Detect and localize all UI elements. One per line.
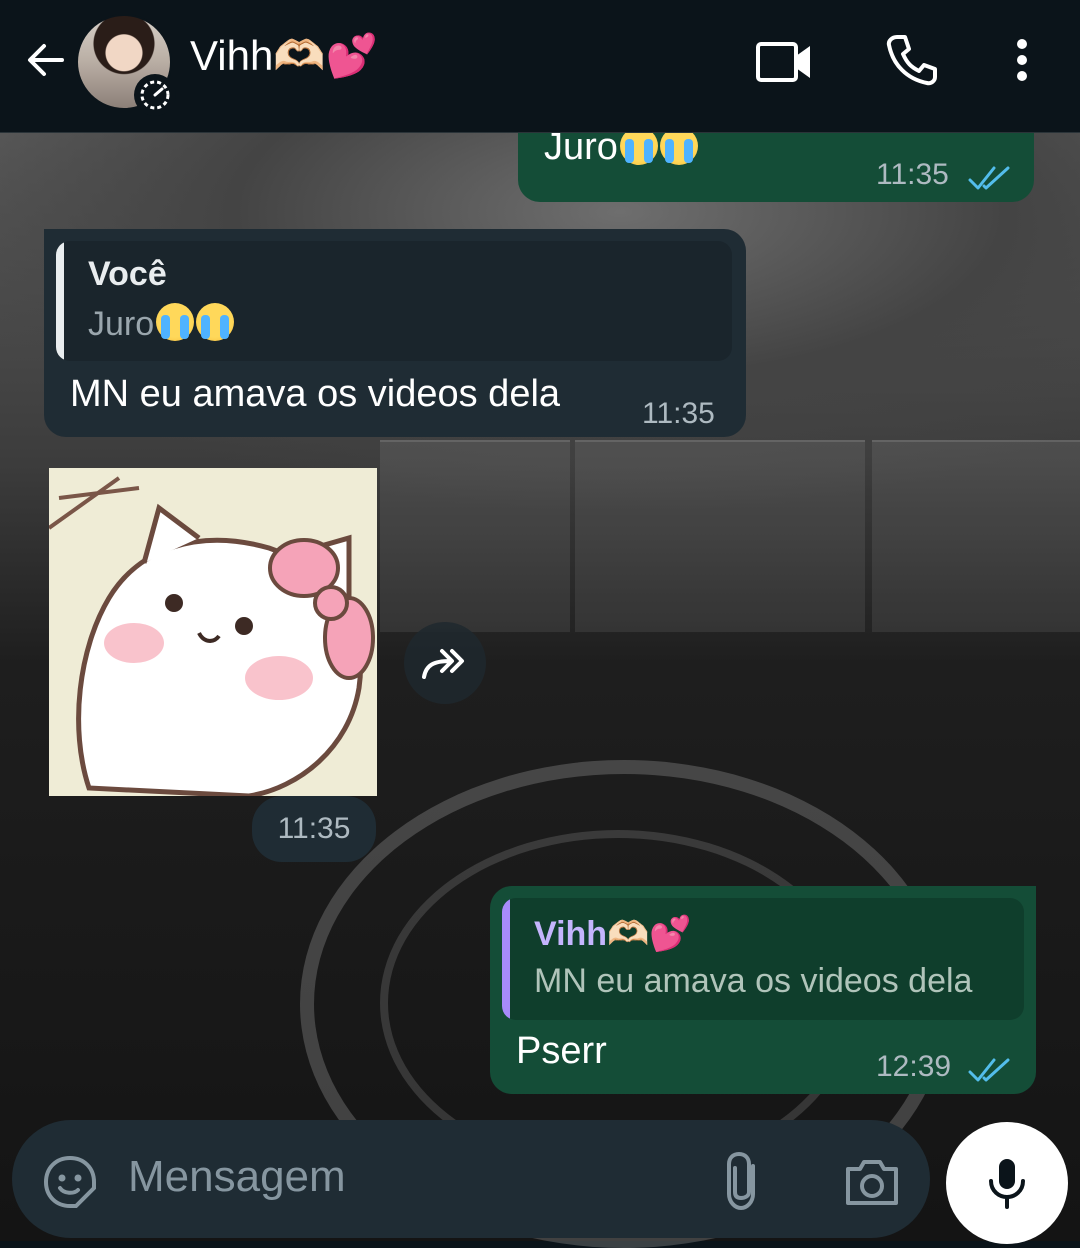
crying-emoji-icon	[196, 303, 235, 341]
quote-author: Vihh🫶🏻💕	[534, 915, 692, 953]
sticker-image[interactable]	[49, 468, 377, 796]
sticker-time: 11:35	[252, 796, 376, 862]
wallpaper-panel	[872, 440, 1080, 632]
wallpaper-panel	[575, 440, 865, 632]
incoming-message-bubble[interactable]: Você Juro MN eu amava os videos dela 11:…	[44, 229, 746, 437]
forward-arrow-icon	[422, 649, 464, 679]
message-time: 11:35	[642, 397, 715, 430]
read-receipt-icon	[968, 1058, 1010, 1082]
voice-call-icon	[886, 35, 937, 86]
message-text: Pserr	[516, 1030, 607, 1072]
message-text: MN eu amava os videos dela	[70, 373, 561, 415]
more-options-icon	[1017, 39, 1027, 81]
camera-button[interactable]	[840, 1152, 904, 1212]
voice-call-button[interactable]	[882, 30, 942, 90]
wallpaper-panel	[380, 440, 570, 632]
attach-button[interactable]	[716, 1148, 770, 1214]
voice-record-button[interactable]	[946, 1122, 1068, 1244]
quote-text: MN eu amava os videos dela	[534, 962, 973, 1000]
emoji-button[interactable]	[40, 1152, 100, 1212]
outgoing-message-bubble[interactable]: Vihh🫶🏻💕 MN eu amava os videos dela Pserr…	[490, 886, 1036, 1094]
message-time: 12:39	[876, 1050, 952, 1083]
quote-text-content: Juro	[88, 305, 155, 343]
paperclip-icon	[727, 1151, 755, 1211]
back-arrow-icon	[28, 44, 64, 76]
message-input[interactable]: Mensagem	[128, 1152, 346, 1202]
more-options-button[interactable]	[1000, 30, 1044, 90]
read-receipt-icon	[968, 166, 1010, 190]
quote-bar	[56, 241, 64, 361]
hello-kitty-sticker-icon	[49, 468, 377, 796]
message-time: 11:35	[876, 158, 949, 191]
quote-text: Juro	[88, 303, 235, 344]
status-timer-icon	[134, 74, 176, 116]
forward-button[interactable]	[404, 622, 486, 704]
crying-emoji-icon	[156, 303, 195, 341]
back-button[interactable]	[18, 30, 74, 90]
quoted-message[interactable]: Você Juro	[56, 241, 732, 361]
camera-icon	[846, 1160, 898, 1205]
video-call-button[interactable]	[752, 34, 816, 90]
sticker-emoji-icon	[43, 1155, 96, 1208]
contact-name[interactable]: Vihh🫶🏻💕	[190, 32, 378, 81]
microphone-icon	[989, 1159, 1025, 1209]
quoted-message[interactable]: Vihh🫶🏻💕 MN eu amava os videos dela	[502, 898, 1024, 1020]
quote-author: Você	[88, 255, 167, 293]
quote-bar	[502, 898, 510, 1020]
video-call-icon	[756, 42, 810, 82]
